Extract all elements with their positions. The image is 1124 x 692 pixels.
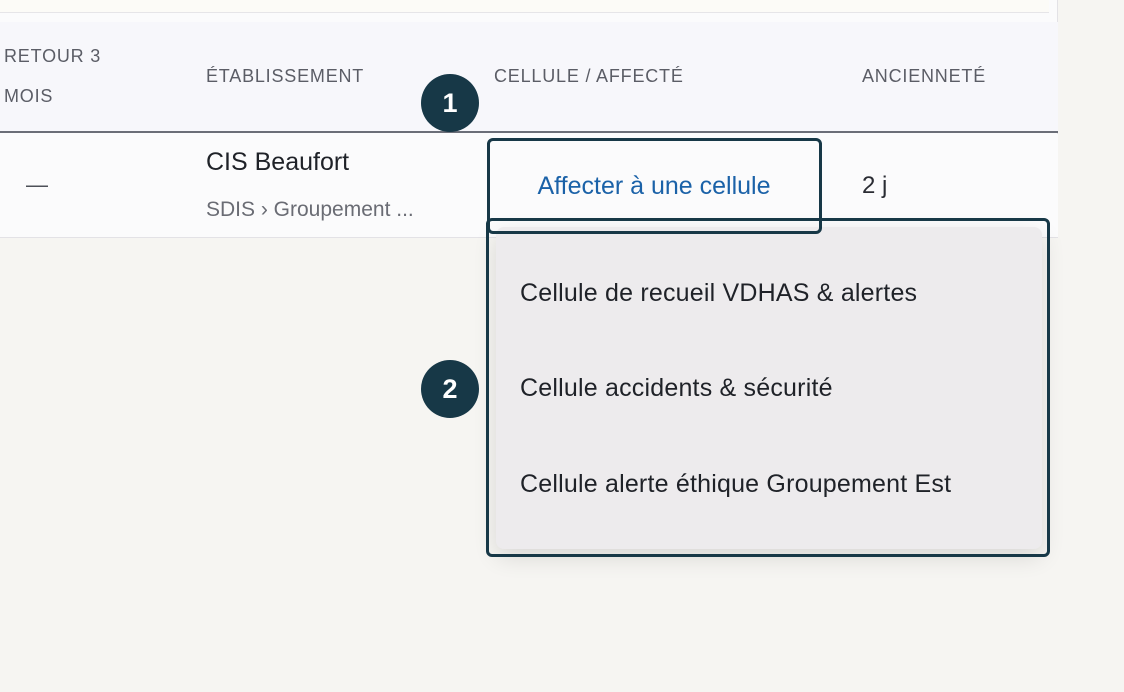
column-header-retour[interactable]: RETOUR 3 MOIS <box>4 36 134 116</box>
annotation-marker-1: 1 <box>421 74 479 132</box>
cell-dropdown-menu: Cellule de recueil VDHAS & alertes Cellu… <box>496 227 1042 549</box>
column-header-anciennete[interactable]: ANCIENNETÉ <box>862 56 986 96</box>
page: RETOUR 3 MOIS ÉTABLISSEMENT CELLULE / AF… <box>0 0 1124 692</box>
dropdown-option[interactable]: Cellule de recueil VDHAS & alertes <box>520 279 917 308</box>
table-top-strip <box>0 0 1049 13</box>
dropdown-option[interactable]: Cellule alerte éthique Groupement Est <box>520 470 951 499</box>
retour-value: — <box>26 172 48 197</box>
column-header-cellule[interactable]: CELLULE / AFFECTÉ <box>494 56 684 96</box>
etablissement-name: CIS Beaufort <box>206 148 350 176</box>
column-header-etablissement[interactable]: ÉTABLISSEMENT <box>206 56 364 96</box>
dropdown-option[interactable]: Cellule accidents & sécurité <box>520 374 833 403</box>
anciennete-value: 2 j <box>862 172 888 199</box>
annotation-marker-2: 2 <box>421 360 479 418</box>
assign-cell-button[interactable]: Affecter à une cellule <box>489 141 819 231</box>
etablissement-path: SDIS › Groupement ... <box>206 198 414 221</box>
